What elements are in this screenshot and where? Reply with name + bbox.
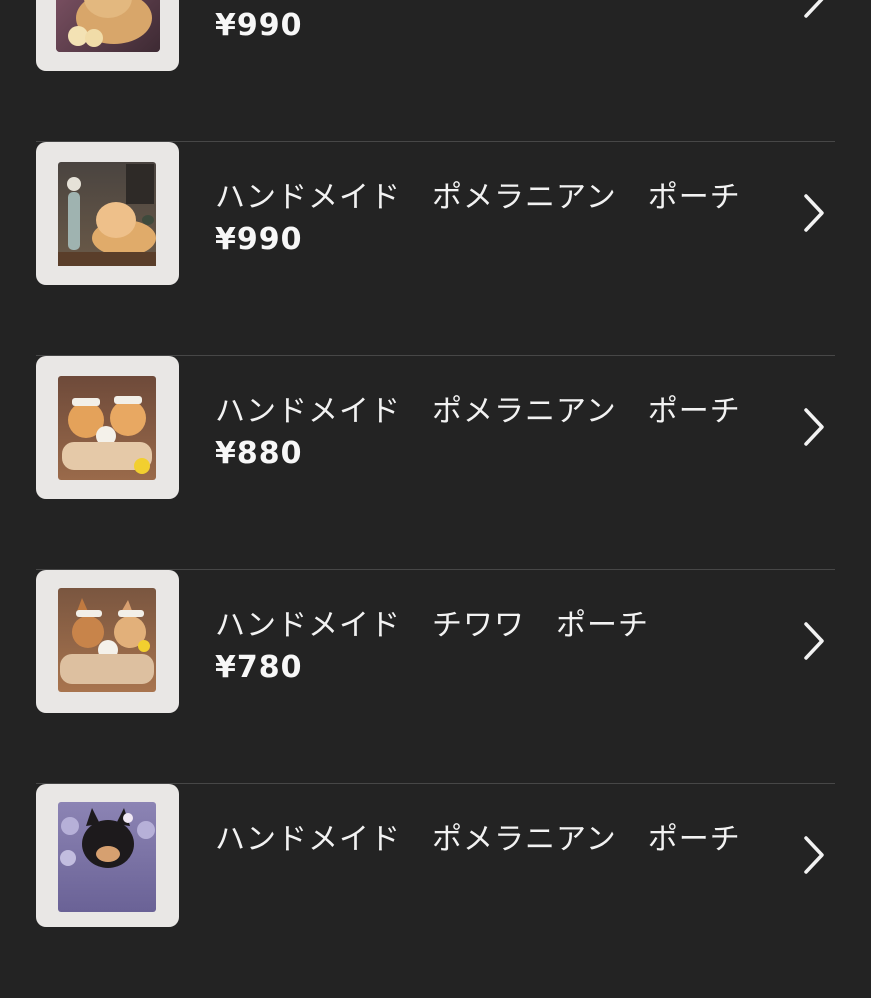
product-price: ¥780 — [215, 650, 303, 685]
product-thumbnail[interactable] — [36, 142, 179, 285]
product-list: ¥990 ハンドメイド ポメラニアン ポーチ ¥990 ハンドメイド ポメラニア… — [0, 0, 871, 998]
product-thumbnail[interactable] — [36, 570, 179, 713]
chevron-right-icon[interactable] — [800, 835, 830, 875]
product-row[interactable]: ¥990 — [0, 0, 871, 142]
chevron-right-icon[interactable] — [800, 407, 830, 447]
product-title: ハンドメイド チワワ ポーチ — [215, 608, 649, 643]
product-row[interactable]: ハンドメイド ポメラニアン ポーチ — [0, 784, 871, 998]
chevron-right-icon[interactable] — [800, 193, 830, 233]
product-title: ハンドメイド ポメラニアン ポーチ — [215, 180, 741, 215]
product-price: ¥990 — [215, 8, 303, 43]
pomeranian-bath-pouch-image — [58, 376, 156, 480]
black-pomeranian-pouch-image — [58, 802, 156, 912]
product-thumbnail[interactable] — [36, 356, 179, 499]
product-price: ¥990 — [215, 222, 303, 257]
product-row[interactable]: ハンドメイド チワワ ポーチ ¥780 — [0, 570, 871, 784]
product-thumbnail[interactable] — [36, 784, 179, 927]
pomeranian-pouch-image — [58, 162, 156, 266]
product-row[interactable]: ハンドメイド ポメラニアン ポーチ ¥880 — [0, 356, 871, 570]
product-title: ハンドメイド ポメラニアン ポーチ — [215, 394, 741, 429]
chevron-right-icon[interactable] — [800, 0, 830, 19]
product-row[interactable]: ハンドメイド ポメラニアン ポーチ ¥990 — [0, 142, 871, 356]
chevron-right-icon[interactable] — [800, 621, 830, 661]
product-price: ¥880 — [215, 436, 303, 471]
chihuahua-bath-pouch-image — [58, 588, 156, 692]
product-thumbnail[interactable] — [36, 0, 179, 71]
product-title: ハンドメイド ポメラニアン ポーチ — [215, 822, 741, 857]
pomeranian-pouch-image — [56, 0, 160, 52]
